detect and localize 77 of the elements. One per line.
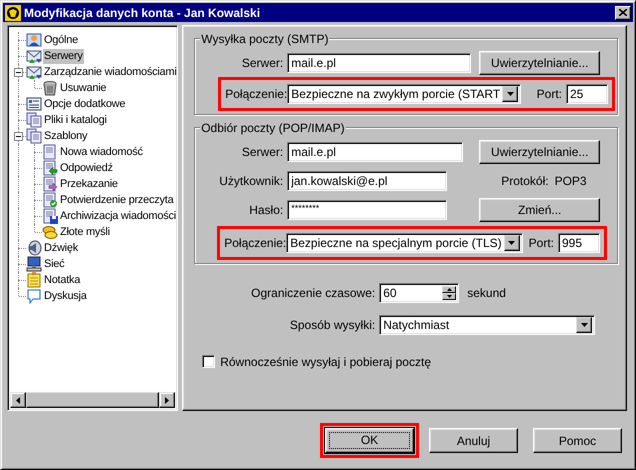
tree-item[interactable]: Dyskusja [43,288,88,304]
scroll-left-icon [16,396,20,404]
collapse-icon[interactable] [14,132,23,141]
dropdown[interactable]: Natychmiast [379,314,596,334]
note-icon [26,272,42,288]
envelope-icon [26,64,42,80]
input-field[interactable]: 995 [558,233,600,253]
field-label: Połączenie: [225,87,288,101]
tree-item[interactable]: Notatka [43,272,82,288]
speaker-icon [26,240,42,256]
envelope-icon [26,48,42,64]
change-button[interactable]: Zmień... [479,198,600,222]
tree-item[interactable]: Dźwięk [43,240,79,256]
password-field[interactable]: ******** [287,200,448,220]
field-label: Port: [528,236,555,250]
tree-item[interactable]: Przekazanie [59,176,119,192]
close-button[interactable] [615,6,631,20]
documents-icon [26,128,42,144]
coins-icon [42,224,58,240]
tree-item[interactable]: Usuwanie [59,80,108,96]
input-field[interactable]: jan.kowalski@e.pl [287,170,448,190]
dialog-button[interactable]: OK [325,428,414,453]
input-field[interactable]: mail.e.pl [287,142,464,162]
field-label: Serwer: [240,144,284,158]
field-label: Ograniczenie czasowe: [250,286,376,300]
field-label: Użytkownik: [218,174,284,188]
input-field[interactable]: 25 [566,84,608,104]
checkbox-label: Równocześnie wysyłaj i pobieraj pocztę [220,354,431,368]
tree-item[interactable]: Zarządzanie wiadomościami [43,64,178,80]
dialog-button[interactable]: Anuluj [429,428,518,453]
user-card-icon [26,32,42,48]
tree-item[interactable]: Sieć [43,256,66,272]
group-title: Wysyłka poczty (SMTP) [200,32,330,46]
list-card-icon [26,96,42,112]
trash-can-icon [42,80,58,96]
app-emblem-icon [5,4,21,20]
spin-down-icon [446,294,452,298]
field-label: Sposób wysyłki: [288,318,376,332]
documents-icon [26,112,42,128]
tree-item[interactable]: Szablony [43,128,88,144]
dialog-button[interactable]: Pomoc [533,428,622,453]
horizontal-scrollbar[interactable] [10,392,176,408]
tree-item[interactable]: Odpowiedź [59,160,114,176]
window-title: Modyfikacja danych konta - Jan Kowalski [24,6,262,20]
checkbox[interactable] [202,355,216,368]
input-field[interactable]: mail.e.pl [287,52,472,72]
dropdown[interactable]: Bezpieczne na specjalnym porcie (TLS) [286,233,523,253]
protocol-label: Protokół: [501,174,549,188]
tree-item[interactable]: Opcje dodatkowe [43,96,126,112]
field-label: Serwer: [240,56,284,70]
dropdown-arrow-icon [508,241,516,245]
tree-item[interactable]: Ogólne [43,32,79,48]
tree-item[interactable]: Potwierdzenie przeczyta [59,192,174,208]
dropdown-arrow-icon [580,322,588,326]
tree-item[interactable]: Serwery [43,48,84,64]
spin-field[interactable]: 60 [379,282,460,302]
unit-label: sekund [467,286,506,300]
field-label: Hasło: [248,202,284,216]
tree-item[interactable]: Złote myśli [59,224,111,240]
close-icon [619,9,627,16]
dropdown-arrow-icon [506,92,514,96]
document-check-icon [42,192,58,208]
group-title: Odbiór poczty (POP/IMAP) [200,121,346,135]
tree-item[interactable]: Nowa wiadomość [59,144,144,160]
dropdown[interactable]: Bezpieczne na zwykłym porcie (START [287,84,522,104]
tree-item[interactable]: Archiwizacja wiadomości [59,208,177,224]
field-label: Port: [536,87,563,101]
protocol-value: POP3 [554,174,587,188]
authentication-button[interactable]: Uwierzytelnianie... [479,50,600,74]
spin-up-icon [446,288,452,290]
field-label: Połączenie: [224,236,286,250]
speech-bubble-icon [26,288,42,304]
authentication-button[interactable]: Uwierzytelnianie... [479,140,600,164]
document-icon [42,144,58,160]
tree-item[interactable]: Pliki i katalogi [43,112,108,128]
collapse-icon[interactable] [14,68,23,77]
scroll-right-icon [165,396,170,404]
